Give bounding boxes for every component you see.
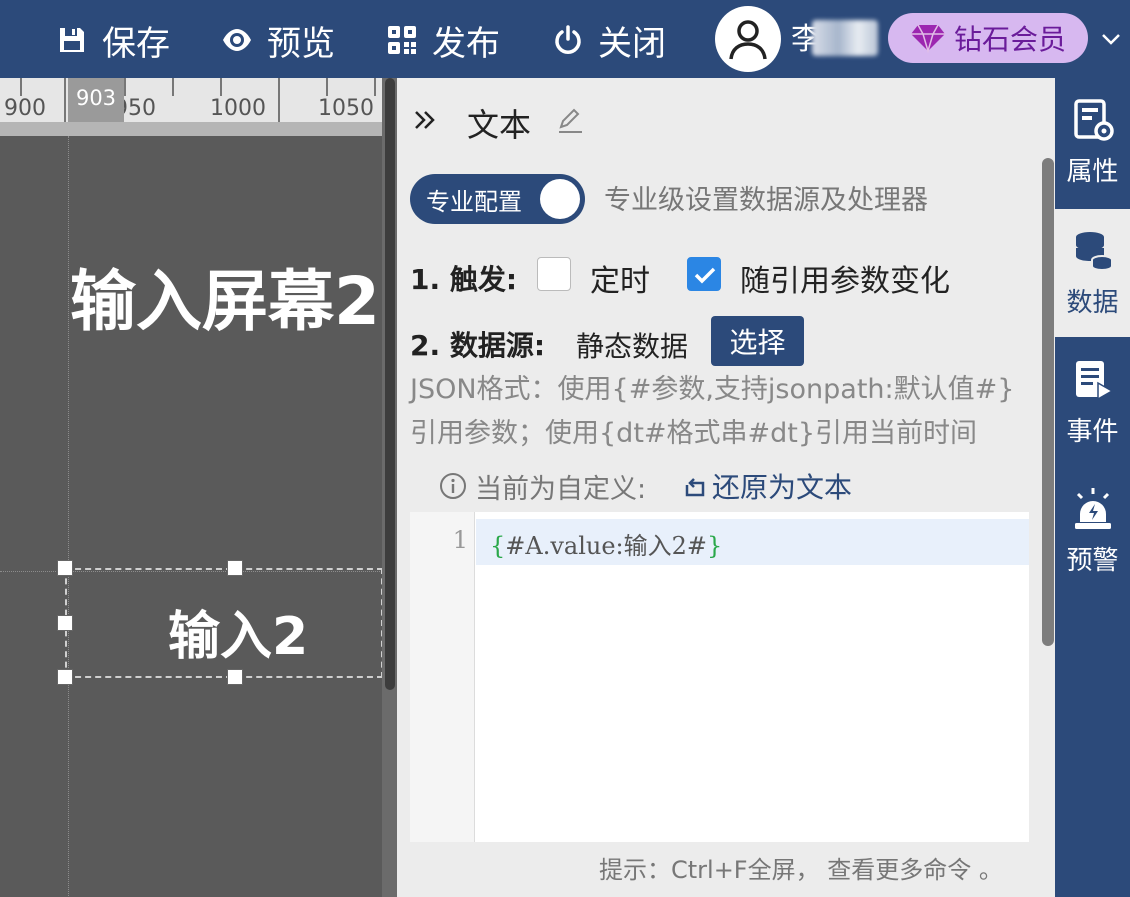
resize-handle-left[interactable] <box>57 615 73 631</box>
param-change-label[interactable]: 随引用参数变化 <box>740 256 950 300</box>
save-label: 保存 <box>102 23 170 64</box>
tab-data[interactable]: 数据 <box>1055 209 1130 337</box>
user-avatar[interactable] <box>715 6 781 72</box>
panel-scrollbar-thumb[interactable] <box>1042 158 1054 646</box>
tab-properties-label: 属性 <box>1066 156 1119 187</box>
ruler-tick <box>220 78 222 96</box>
vertical-guide-line <box>68 136 69 897</box>
pencil-icon[interactable] <box>555 105 585 135</box>
ruler-tick <box>20 78 22 96</box>
vip-label: 钻石会员 <box>953 23 1066 56</box>
restore-link-text: 还原为文本 <box>712 471 853 504</box>
panel-title: 文本 <box>467 106 532 144</box>
resize-handle-bottom-left[interactable] <box>57 669 73 685</box>
restore-to-text-link[interactable]: 还原为文本 <box>682 466 852 506</box>
resize-handle-top-left[interactable] <box>57 560 73 576</box>
preview-button[interactable]: 预览 <box>221 18 335 64</box>
datasource-select-button[interactable]: 选择 <box>711 316 804 366</box>
chevron-down-icon[interactable] <box>1100 28 1122 50</box>
top-toolbar: 保存 预览 发布 关闭 李 钻石会员 <box>0 0 1130 78</box>
undo-icon <box>685 478 705 497</box>
selected-text-widget[interactable]: 输入2 <box>168 594 308 669</box>
eye-icon <box>221 24 253 56</box>
code-editor[interactable]: 1 {#A.value:输入2#} <box>410 512 1029 842</box>
vip-badge[interactable]: 钻石会员 <box>888 13 1088 63</box>
custom-info: 当前为自定义: <box>439 466 646 506</box>
editor-gutter: 1 <box>410 512 475 842</box>
checkmark-icon <box>694 267 716 284</box>
ruler-label: 1050 <box>318 96 374 121</box>
json-format-help: JSON格式：使用{#参数,支持jsonpath:默认值#}引用参数；使用{dt… <box>410 374 1015 449</box>
ruler-tick <box>64 78 66 122</box>
event-document-icon <box>1075 360 1114 400</box>
properties-panel: 文本 专业配置 专业级设置数据源及处理器 1. 触发: 定时 随引用参数变化 2… <box>397 78 1055 897</box>
ruler-band <box>0 122 382 136</box>
datasource-value: 静态数据 <box>576 330 689 363</box>
screen-title-text[interactable]: 输入屏幕2 <box>70 248 380 344</box>
database-icon <box>1075 231 1113 271</box>
double-chevron-right-icon[interactable] <box>411 106 439 134</box>
resize-handle-top[interactable] <box>227 560 243 576</box>
ruler-tick <box>374 78 376 96</box>
ruler-tick <box>124 78 126 96</box>
timer-label[interactable]: 定时 <box>590 256 650 300</box>
preview-label: 预览 <box>267 23 335 64</box>
custom-info-text: 当前为自定义: <box>475 473 647 505</box>
line-number: 1 <box>452 526 468 554</box>
ruler-tick <box>172 78 174 96</box>
code-line[interactable]: {#A.value:输入2#} <box>490 526 722 561</box>
toggle-knob <box>540 179 580 219</box>
user-icon <box>729 20 767 60</box>
ruler-label: 1000 <box>210 96 266 121</box>
ruler-tick <box>278 78 280 122</box>
power-icon <box>552 24 584 56</box>
alarm-light-icon <box>1074 487 1111 529</box>
ruler-label: 900 <box>4 96 46 121</box>
tab-alerts-label: 预警 <box>1066 545 1119 576</box>
timer-checkbox[interactable] <box>537 257 571 291</box>
close-label: 关闭 <box>598 23 666 64</box>
code-text: #A.value:输入2# <box>505 532 708 560</box>
side-tab-bar: 属性 数据 事件 预警 <box>1055 78 1130 897</box>
ruler-position-marker: 903 <box>68 78 124 122</box>
pro-config-toggle[interactable]: 专业配置 <box>410 174 585 224</box>
publish-label: 发布 <box>432 23 500 64</box>
canvas-scrollbar-thumb[interactable] <box>385 78 395 690</box>
tab-data-label: 数据 <box>1066 287 1119 318</box>
qrcode-icon <box>386 24 418 56</box>
code-open-brace: { <box>490 532 506 560</box>
toggle-description: 专业级设置数据源及处理器 <box>604 185 928 216</box>
tab-events[interactable]: 事件 <box>1055 338 1130 466</box>
info-icon <box>440 473 466 499</box>
save-button[interactable]: 保存 <box>56 18 170 64</box>
resize-handle-bottom[interactable] <box>227 669 243 685</box>
tab-alerts[interactable]: 预警 <box>1055 467 1130 595</box>
design-canvas[interactable]: 900 950 1000 1050 903 输入屏幕2 输入2 <box>0 78 397 897</box>
close-button[interactable]: 关闭 <box>552 18 666 64</box>
code-close-brace: } <box>707 532 723 560</box>
horizontal-ruler: 900 950 1000 1050 903 <box>0 78 397 136</box>
toggle-label: 专业配置 <box>426 187 522 216</box>
username-redaction <box>812 20 878 56</box>
tab-events-label: 事件 <box>1066 416 1119 447</box>
trigger-label: 1. 触发: <box>410 263 518 296</box>
tab-properties[interactable]: 属性 <box>1055 78 1130 206</box>
datasource-label: 2. 数据源: <box>410 329 546 362</box>
editor-hint: 提示：Ctrl+F全屏， 查看更多命令 。 <box>599 856 1003 884</box>
property-settings-icon <box>1073 98 1114 141</box>
diamond-icon <box>910 24 945 53</box>
param-change-checkbox[interactable] <box>687 257 721 291</box>
ruler-tick <box>326 78 328 96</box>
publish-button[interactable]: 发布 <box>386 18 500 64</box>
save-icon <box>56 24 88 56</box>
